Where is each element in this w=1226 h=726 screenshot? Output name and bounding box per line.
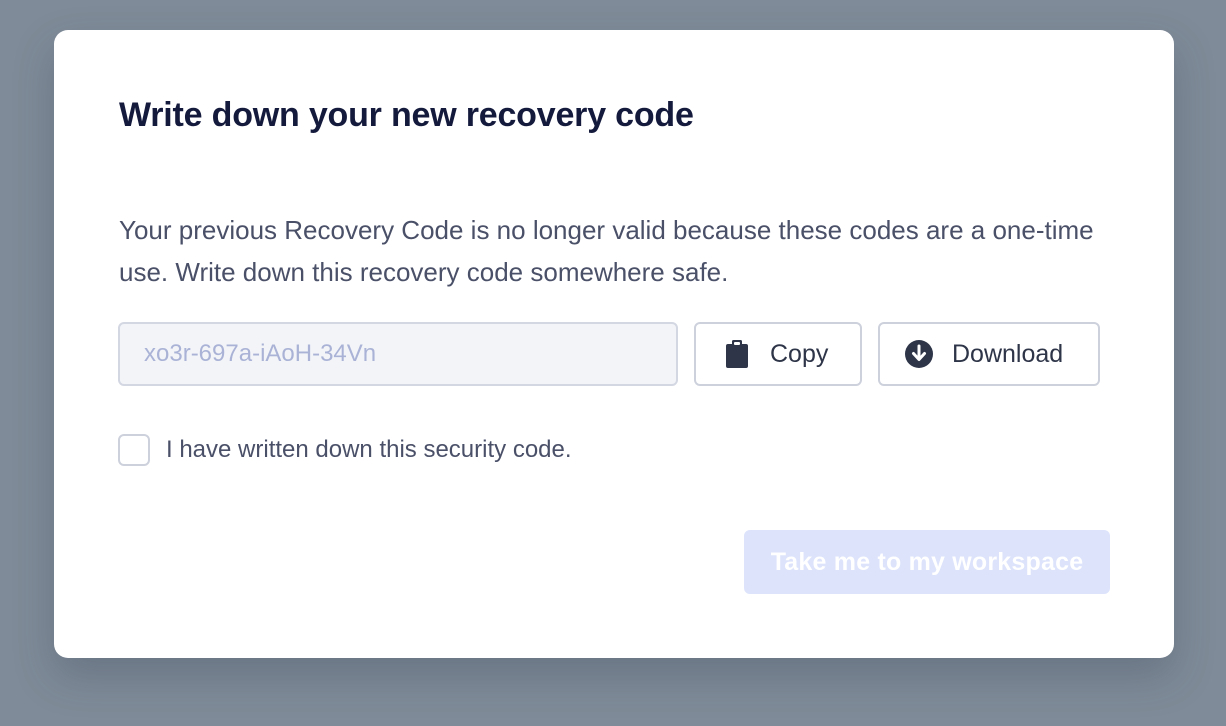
confirm-checkbox-label[interactable]: I have written down this security code. [166, 436, 572, 464]
clipboard-icon [722, 339, 752, 369]
copy-button[interactable]: Copy [694, 322, 862, 386]
download-button[interactable]: Download [878, 322, 1100, 386]
modal-description: Your previous Recovery Code is no longer… [119, 215, 1094, 287]
recovery-code-modal: Write down your new recovery code Your p… [54, 30, 1174, 658]
confirm-checkbox[interactable] [118, 434, 150, 466]
download-circle-icon [904, 339, 934, 369]
confirm-row: I have written down this security code. [118, 434, 572, 466]
recovery-code-field[interactable] [118, 322, 678, 386]
modal-title: Write down your new recovery code [119, 96, 694, 134]
take-me-to-workspace-button[interactable]: Take me to my workspace [744, 530, 1110, 594]
copy-button-label: Copy [770, 339, 829, 368]
download-button-label: Download [952, 339, 1064, 368]
